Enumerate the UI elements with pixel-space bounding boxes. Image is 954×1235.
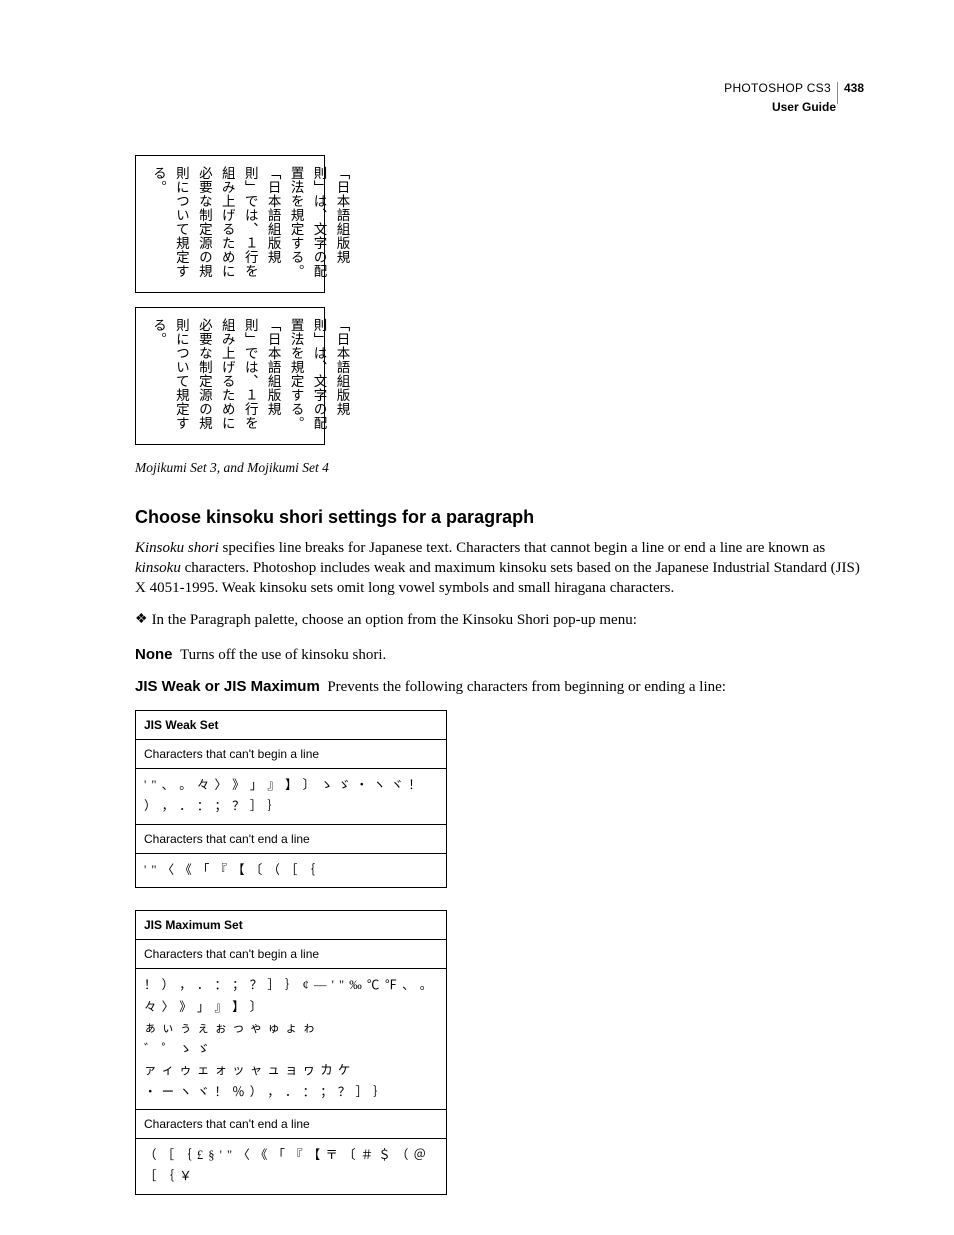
jis-weak-begin-chars: ' " 、 。 々 〉 》 」 』 】 〕 ゝ ゞ ・ ヽ ヾ ！ ） ， ． … bbox=[136, 769, 446, 825]
jis-max-begin-chars: ！ ） ， ． ： ； ？ ］ ｝ ¢ — ' " ‰ ℃ ℉ 、 。 々 〉 … bbox=[136, 969, 446, 1110]
jis-weak-title: JIS Weak Set bbox=[136, 711, 446, 740]
header-page-number: 438 bbox=[844, 81, 864, 97]
jis-weak-begin-label: Characters that can't begin a line bbox=[136, 740, 446, 769]
figure-mojikumi-4: 「日本語組版規則」は、文字の配置法を規定する。「日本語組版規則」では、１行を組み… bbox=[135, 307, 325, 445]
jis-max-end-label: Characters that can't end a line bbox=[136, 1110, 446, 1139]
jis-max-title: JIS Maximum Set bbox=[136, 911, 446, 940]
term-kinsoku: kinsoku bbox=[135, 560, 181, 576]
option-jis-label: JIS Weak or JIS Maximum bbox=[135, 678, 320, 695]
figure-mojikumi-3: 「日本語組版規則」は、文字の配置法を規定する。「日本語組版規則」では、１行を組み… bbox=[135, 155, 325, 293]
diamond-bullet-icon: ❖ bbox=[135, 612, 148, 627]
intro-paragraph: Kinsoku shori specifies line breaks for … bbox=[135, 538, 864, 599]
jis-weak-end-chars: ' " 〈 《 「 『 【 〔 （ ［ ｛ bbox=[136, 854, 446, 887]
jis-max-end-chars: （ ［ ｛ £ § ' " 〈 《 「 『 【 〒 〔 ＃ ＄ （ ＠ ［ ｛ … bbox=[136, 1139, 446, 1194]
header-app-name: PHOTOSHOP CS3 bbox=[724, 81, 831, 97]
option-jis: JIS Weak or JIS Maximum Prevents the fol… bbox=[135, 677, 864, 697]
section-heading: Choose kinsoku shori settings for a para… bbox=[135, 505, 864, 529]
figure-text-2: 「日本語組版規則」は、文字の配置法を規定する。「日本語組版規則」では、１行を組み… bbox=[146, 318, 352, 434]
jis-weak-table: JIS Weak Set Characters that can't begin… bbox=[135, 710, 447, 888]
jis-max-table: JIS Maximum Set Characters that can't be… bbox=[135, 910, 447, 1195]
jis-weak-end-label: Characters that can't end a line bbox=[136, 825, 446, 854]
option-none: None Turns off the use of kinsoku shori. bbox=[135, 645, 864, 665]
term-kinsoku-shori: Kinsoku shori bbox=[135, 540, 219, 556]
option-none-label: None bbox=[135, 646, 173, 663]
jis-max-begin-label: Characters that can't begin a line bbox=[136, 940, 446, 969]
instruction-bullet: ❖In the Paragraph palette, choose an opt… bbox=[135, 610, 864, 631]
header-separator bbox=[837, 82, 838, 104]
page-header: PHOTOSHOP CS3 438 User Guide bbox=[724, 78, 864, 116]
figure-caption: Mojikumi Set 3, and Mojikumi Set 4 bbox=[135, 459, 864, 477]
header-guide-label: User Guide bbox=[724, 100, 864, 116]
figure-text-1: 「日本語組版規則」は、文字の配置法を規定する。「日本語組版規則」では、１行を組み… bbox=[146, 166, 352, 282]
